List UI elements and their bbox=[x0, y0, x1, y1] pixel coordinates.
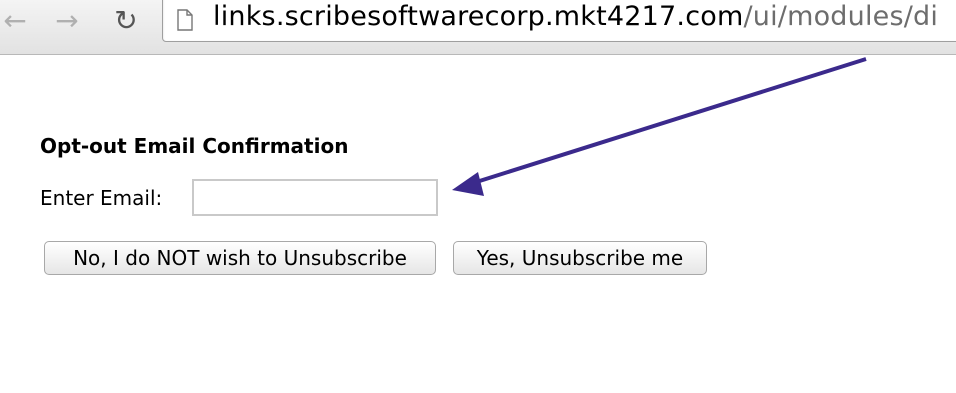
do-not-unsubscribe-button[interactable]: No, I do NOT wish to Unsubscribe bbox=[44, 241, 436, 275]
page-content: Opt-out Email Confirmation Enter Email: … bbox=[0, 55, 956, 393]
page-title: Opt-out Email Confirmation bbox=[40, 134, 349, 158]
page-icon bbox=[177, 9, 193, 31]
unsubscribe-button[interactable]: Yes, Unsubscribe me bbox=[453, 241, 707, 275]
url-text: links.scribesoftwarecorp.mkt4217.com/ui/… bbox=[213, 1, 938, 32]
browser-toolbar: ← → ↻ links.scribesoftwarecorp.mkt4217.c… bbox=[0, 0, 956, 55]
address-bar[interactable]: links.scribesoftwarecorp.mkt4217.com/ui/… bbox=[162, 0, 956, 42]
email-label: Enter Email: bbox=[40, 186, 163, 210]
url-host: links.scribesoftwarecorp.mkt4217.com bbox=[213, 1, 744, 32]
back-arrow-icon[interactable]: ← bbox=[0, 6, 30, 36]
email-input[interactable] bbox=[192, 179, 438, 216]
forward-arrow-icon[interactable]: → bbox=[50, 6, 84, 36]
url-path: /ui/modules/di bbox=[743, 1, 939, 32]
reload-icon[interactable]: ↻ bbox=[108, 6, 144, 36]
